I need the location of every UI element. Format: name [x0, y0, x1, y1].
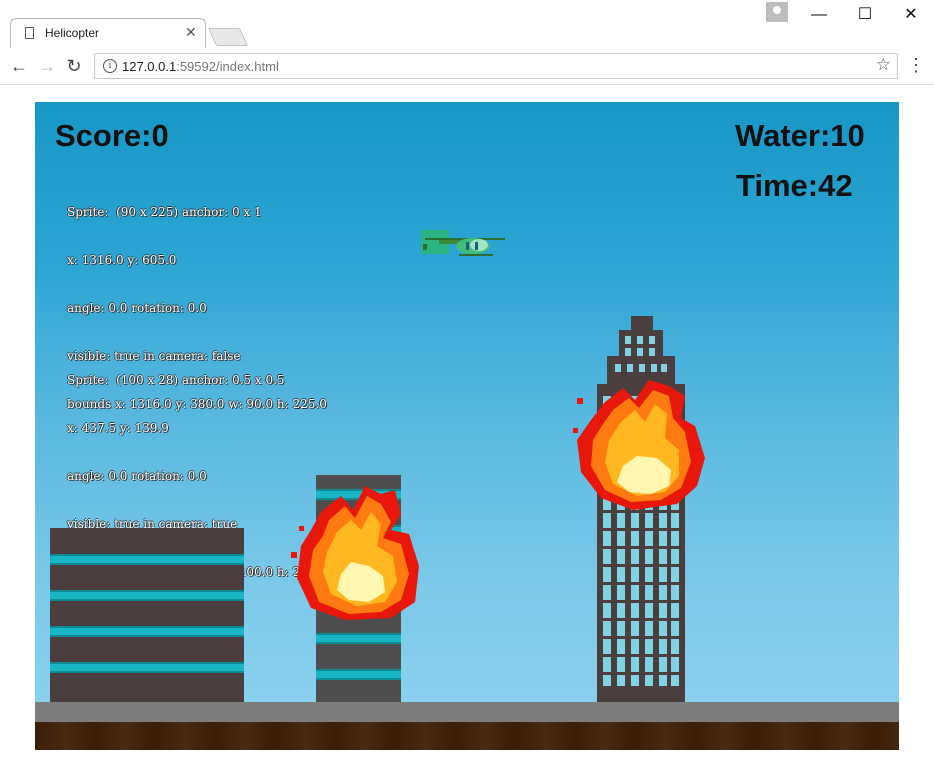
kebab-menu-icon[interactable]: ⋮ [906, 55, 926, 76]
address-bar[interactable]: i 127.0.0.1:59592/index.html ☆ [94, 53, 898, 79]
road-strip [35, 702, 899, 722]
water-label: Water:10 [735, 118, 865, 153]
ground [35, 702, 899, 750]
document-icon [25, 27, 34, 39]
info-icon[interactable]: i [103, 59, 117, 73]
browser-toolbar: ← → ↻ i 127.0.0.1:59592/index.html ☆ ⋮ [0, 48, 934, 85]
url-host: 127.0.0.1 [122, 59, 177, 74]
debug-line: Sprite: (100 x 28) anchor: 0.5 x 0.5 [67, 373, 285, 387]
debug-line: Sprite: (90 x 225) anchor: 0 x 1 [67, 205, 262, 219]
debug-line: angle: 0.0 rotation: 0.0 [67, 301, 207, 315]
maximize-button[interactable]: ☐ [842, 4, 888, 26]
debug-line: angle: 0.0 rotation: 0.0 [67, 469, 207, 483]
building-window-band [50, 626, 244, 637]
building-window-band [50, 662, 244, 673]
arrow-left-icon[interactable]: ← [8, 55, 30, 77]
debug-line: x: 437.5 y: 139.9 [67, 421, 169, 435]
building-window-band [50, 554, 244, 565]
close-tab-icon[interactable]: ✕ [185, 24, 197, 41]
fire-tower [573, 380, 705, 510]
arrow-right-icon[interactable]: → [36, 55, 58, 77]
building-window-band [50, 590, 244, 601]
fire-middle [291, 486, 419, 620]
minimize-button[interactable]: — [796, 4, 842, 26]
new-tab-button[interactable] [207, 28, 249, 46]
building-window-band [316, 633, 401, 644]
reload-icon[interactable]: ↻ [63, 55, 85, 77]
time-label: Time:42 [736, 168, 853, 203]
dirt-strip [35, 722, 899, 750]
url-path: :59592/index.html [176, 59, 279, 74]
score-label: Score:0 [55, 118, 169, 153]
building-window-band [316, 669, 401, 680]
browser-titlebar: Helicopter ✕ — ☐ ✕ [0, 0, 934, 48]
building-left [50, 528, 244, 704]
url-text: 127.0.0.1:59592/index.html [122, 59, 279, 74]
close-window-button[interactable]: ✕ [888, 4, 934, 26]
helicopter-sprite [421, 230, 505, 256]
tab-title: Helicopter [45, 26, 100, 40]
debug-line: x: 1316.0 y: 605.0 [67, 253, 177, 267]
browser-tab[interactable]: Helicopter ✕ [10, 18, 206, 48]
game-canvas[interactable]: Score:0 Water:10 Time:42 Sprite: (90 x 2… [35, 102, 899, 750]
profile-icon[interactable] [766, 2, 788, 22]
star-icon[interactable]: ☆ [876, 55, 891, 75]
